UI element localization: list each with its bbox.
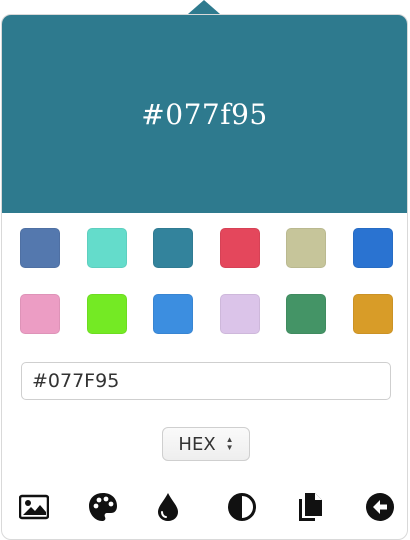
select-arrows-icon: ▲ ▼	[225, 435, 234, 452]
color-swatch[interactable]	[286, 228, 327, 268]
color-preview: #077f95	[2, 15, 407, 213]
color-swatch[interactable]	[86, 228, 127, 268]
hex-color-input[interactable]	[21, 362, 391, 400]
copy-icon[interactable]	[294, 491, 326, 523]
popup-caret	[188, 0, 220, 14]
color-swatch[interactable]	[20, 228, 60, 268]
color-picker-popup: #077f95 HEX ▲▼	[1, 14, 408, 540]
color-swatch[interactable]	[153, 228, 194, 268]
color-format-select[interactable]: HEX ▲ ▼	[162, 427, 250, 461]
image-icon[interactable]	[18, 491, 50, 523]
color-swatch[interactable]	[153, 294, 194, 334]
toolbar	[2, 491, 407, 531]
color-format-label: HEX	[178, 433, 216, 455]
color-swatch[interactable]	[352, 228, 393, 268]
palette-icon[interactable]	[87, 491, 119, 523]
swatch-grid	[20, 228, 395, 334]
drop-icon[interactable]	[152, 491, 184, 523]
color-swatch[interactable]	[352, 294, 393, 334]
color-swatch[interactable]	[286, 294, 327, 334]
contrast-icon[interactable]	[226, 491, 258, 523]
color-swatch[interactable]	[219, 228, 260, 268]
color-preview-text: #077f95	[141, 97, 268, 131]
color-swatch[interactable]	[219, 294, 260, 334]
color-swatch[interactable]	[20, 294, 60, 334]
color-swatch[interactable]	[86, 294, 127, 334]
back-icon[interactable]	[364, 491, 396, 523]
